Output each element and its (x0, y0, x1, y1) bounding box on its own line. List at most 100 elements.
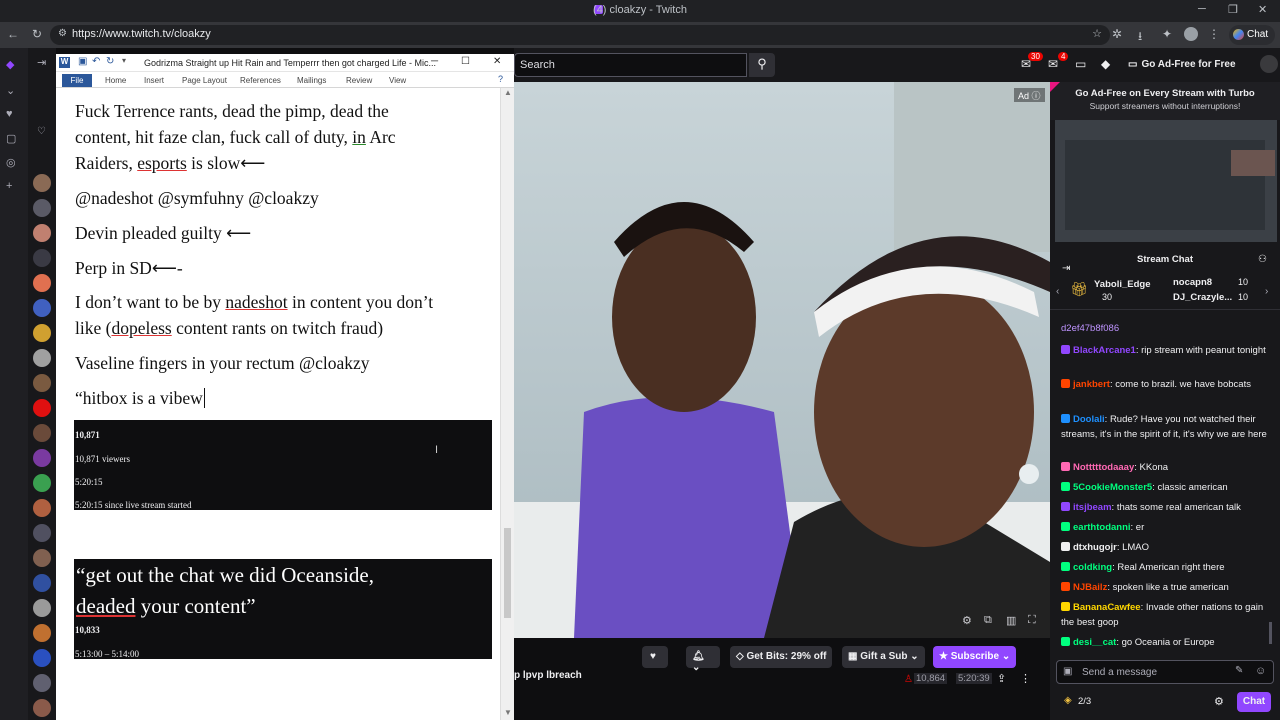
word-tab-review[interactable]: Review (346, 76, 372, 85)
channel-avatar[interactable] (33, 674, 51, 692)
channel-avatar[interactable] (33, 474, 51, 492)
extensions-icon[interactable]: ✲ (1112, 27, 1122, 41)
chevron-right-icon[interactable]: › (1265, 286, 1268, 297)
channel-avatar[interactable] (33, 249, 51, 267)
inbox-icon[interactable]: ▭ (1075, 57, 1086, 71)
word-tab-view[interactable]: View (389, 76, 406, 85)
channel-avatar[interactable] (33, 499, 51, 517)
chat-username[interactable]: coldking (1073, 562, 1112, 573)
leader-name[interactable]: DJ_Crazyle... (1173, 292, 1232, 303)
subscribe-button[interactable]: ★ Subscribe ⌄ (933, 646, 1017, 668)
channel-avatar[interactable] (33, 649, 51, 667)
channel-avatar[interactable] (33, 274, 51, 292)
quick-access-menu-icon[interactable]: ▾ (122, 56, 126, 65)
scroll-down-icon[interactable]: ▼ (504, 708, 512, 717)
chat-username[interactable]: Notttttodaaay (1073, 462, 1134, 473)
word-document-page[interactable]: Fuck Terrence rants, dead the pimp, dead… (56, 88, 500, 720)
channel-avatar[interactable] (33, 199, 51, 217)
chat-input[interactable]: ▣ Send a message ✎ ☺ (1056, 660, 1274, 684)
profile-avatar[interactable] (1184, 27, 1198, 41)
chat-username[interactable]: desi__cat (1073, 637, 1116, 648)
close-window-icon[interactable]: ✕ (1258, 3, 1267, 16)
gift-sub-button[interactable]: ▦ Gift a Sub ⌄ (842, 646, 925, 668)
channel-avatar[interactable] (33, 399, 51, 417)
chat-settings-icon[interactable]: ⚙ (1214, 695, 1224, 708)
heart-icon[interactable]: ♡ (37, 126, 46, 137)
back-icon[interactable]: ← (7, 27, 19, 41)
url-input[interactable]: ⚙ https://www.twitch.tv/cloakzy ☆ (50, 25, 1110, 45)
bookmark-star-icon[interactable]: ☆ (1092, 27, 1102, 40)
chevron-left-icon[interactable]: ‹ (1056, 286, 1059, 297)
scroll-thumb[interactable] (504, 528, 511, 618)
channel-avatar[interactable] (33, 324, 51, 342)
channel-avatar[interactable] (33, 424, 51, 442)
chat-username[interactable]: dtxhugojr (1073, 542, 1117, 553)
word-maximize-icon[interactable]: ☐ (461, 56, 470, 67)
chat-pill-button[interactable]: Chat (1229, 25, 1275, 45)
chat-username[interactable]: itsjbeam (1073, 502, 1112, 513)
channel-avatar[interactable] (33, 699, 51, 717)
get-bits-button[interactable]: ◇ Get Bits: 29% off (730, 646, 833, 668)
ad-free-button[interactable]: ▭ Go Ad-Free for Free (1128, 56, 1236, 74)
chat-username[interactable]: BananaCawfee (1073, 602, 1141, 613)
fullscreen-icon[interactable]: ⛶ (1028, 614, 1036, 627)
channel-avatar[interactable] (33, 599, 51, 617)
word-tab-mailings[interactable]: Mailings (297, 76, 326, 85)
save-icon[interactable]: ▣ (78, 56, 87, 67)
search-input[interactable]: Search (514, 53, 747, 77)
share-icon[interactable]: ⇪ (997, 672, 1006, 685)
browse-icon[interactable]: ▢ (6, 132, 16, 145)
chat-send-button[interactable]: Chat (1237, 692, 1271, 712)
word-tab-references[interactable]: References (240, 76, 281, 85)
word-tab-insert[interactable]: Insert (144, 76, 164, 85)
chat-username[interactable]: 5CookieMonster5 (1073, 482, 1152, 493)
cheer-icon[interactable]: ✎ (1235, 665, 1243, 676)
channel-avatar[interactable] (33, 224, 51, 242)
turbo-promo-banner[interactable]: Go Ad-Free on Every Stream with Turbo Su… (1050, 82, 1280, 120)
whispers-icon[interactable]: ✉ (1048, 57, 1058, 71)
twitch-logo-icon[interactable]: ◆ (6, 58, 14, 71)
word-scrollbar[interactable]: ▲ ▼ (500, 88, 514, 720)
word-tab-page-layout[interactable]: Page Layout (182, 76, 227, 85)
extension-puzzle-icon[interactable]: ✦ (1162, 27, 1172, 41)
chat-username[interactable]: earthtodanni (1073, 522, 1131, 533)
stream-tags[interactable]: p lpvp lbreach (514, 670, 582, 681)
word-file-tab[interactable]: File (62, 74, 92, 87)
chevron-down-icon[interactable]: ⌄ (6, 84, 15, 97)
bits-icon[interactable]: ◆ (1101, 57, 1110, 71)
chat-username[interactable]: jankbert (1073, 379, 1110, 390)
scroll-up-icon[interactable]: ▲ (504, 88, 512, 97)
points-icon[interactable]: ▣ (1063, 666, 1072, 677)
channel-avatar[interactable] (33, 299, 51, 317)
clip-icon[interactable]: ⧉ (984, 614, 992, 627)
esports-icon[interactable]: ◎ (6, 156, 16, 169)
browser-tab-title[interactable]: (4) cloakzy - Twitch (0, 4, 1280, 16)
channel-avatar[interactable] (33, 174, 51, 192)
leader-name[interactable]: nocapn8 (1173, 277, 1212, 288)
word-minimize-icon[interactable]: ─ (431, 56, 438, 67)
chat-username[interactable]: NJBailz (1073, 582, 1107, 593)
channel-points-icon[interactable]: ◈ (1064, 695, 1072, 706)
expand-sidebar-icon[interactable]: ⇥ (37, 56, 46, 69)
download-icon[interactable]: ⭳ (1138, 27, 1142, 48)
undo-icon[interactable]: ↶ (92, 56, 100, 67)
search-icon[interactable]: ⚲ (749, 53, 775, 77)
following-icon[interactable]: ♥ (6, 108, 13, 120)
reload-icon[interactable]: ↻ (32, 27, 42, 41)
emote-icon[interactable]: ☺ (1255, 665, 1266, 677)
site-info-icon[interactable]: ⚙ (58, 28, 67, 39)
channel-avatar[interactable] (33, 374, 51, 392)
community-icon[interactable]: ⚇ (1258, 254, 1267, 265)
menu-dots-icon[interactable]: ⋮ (1208, 27, 1220, 41)
channel-avatar[interactable] (33, 574, 51, 592)
more-options-icon[interactable]: ⋮ (1020, 672, 1031, 685)
channel-avatar[interactable] (33, 549, 51, 567)
help-icon[interactable]: ? (498, 74, 503, 84)
minimize-icon[interactable]: ─ (1198, 3, 1206, 15)
channel-avatar[interactable] (33, 524, 51, 542)
follow-heart-button[interactable]: ♥ (642, 646, 668, 668)
notifications-bell-button[interactable]: 🔔︎ ⌄ (686, 646, 720, 673)
restore-icon[interactable]: ❐ (1228, 3, 1238, 16)
leader-name[interactable]: Yaboli_Edge (1094, 279, 1151, 290)
channel-avatar[interactable] (33, 624, 51, 642)
